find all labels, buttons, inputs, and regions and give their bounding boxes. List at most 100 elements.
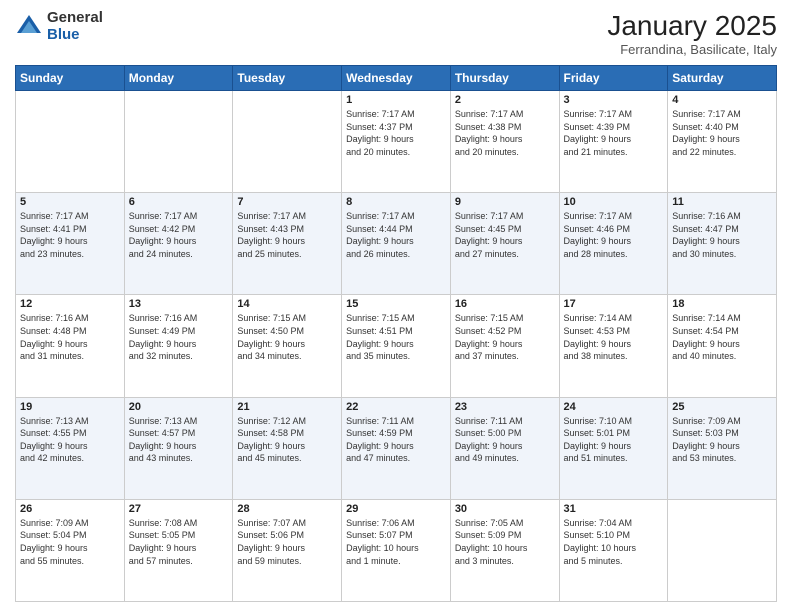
logo: General Blue: [15, 10, 103, 43]
day-number: 30: [455, 503, 555, 515]
day-number: 4: [672, 94, 772, 106]
calendar-cell: 7 Sunrise: 7:17 AM Sunset: 4:43 PM Daylig…: [233, 193, 342, 295]
weekday-header-sunday: Sunday: [16, 66, 125, 91]
calendar-cell: [668, 499, 777, 601]
day-info: Sunrise: 7:13 AM Sunset: 4:57 PM Dayligh…: [129, 415, 229, 465]
day-info: Sunrise: 7:11 AM Sunset: 4:59 PM Dayligh…: [346, 415, 446, 465]
day-number: 16: [455, 298, 555, 310]
weekday-header-wednesday: Wednesday: [342, 66, 451, 91]
calendar-cell: 23 Sunrise: 7:11 AM Sunset: 5:00 PM Dayli…: [450, 397, 559, 499]
calendar-cell: 19Sunrise: 7:13 AM Sunset: 4:55 PM Dayli…: [16, 397, 125, 499]
logo-general: General: [47, 10, 103, 27]
calendar-week-1: 1Sunrise: 7:17 AM Sunset: 4:37 PM Daylig…: [16, 91, 777, 193]
calendar-cell: 9Sunrise: 7:17 AM Sunset: 4:45 PM Daylig…: [450, 193, 559, 295]
calendar-cell: 12 Sunrise: 7:16 AM Sunset: 4:48 PM Dayli…: [16, 295, 125, 397]
calendar-cell: 16 Sunrise: 7:15 AM Sunset: 4:52 PM Dayli…: [450, 295, 559, 397]
day-info: Sunrise: 7:15 AM Sunset: 4:52 PM Dayligh…: [455, 312, 555, 362]
calendar-cell: 24 Sunrise: 7:10 AM Sunset: 5:01 PM Dayli…: [559, 397, 668, 499]
calendar-cell: 20Sunrise: 7:13 AM Sunset: 4:57 PM Dayli…: [124, 397, 233, 499]
calendar-cell: 14Sunrise: 7:15 AM Sunset: 4:50 PM Dayli…: [233, 295, 342, 397]
day-info: Sunrise: 7:16 AM Sunset: 4:49 PM Dayligh…: [129, 312, 229, 362]
day-number: 17: [564, 298, 664, 310]
day-number: 11: [672, 196, 772, 208]
calendar-cell: 28Sunrise: 7:07 AM Sunset: 5:06 PM Dayli…: [233, 499, 342, 601]
day-number: 15: [346, 298, 446, 310]
day-info: Sunrise: 7:16 AM Sunset: 4:47 PM Dayligh…: [672, 210, 772, 260]
day-info: Sunrise: 7:17 AM Sunset: 4:39 PM Dayligh…: [564, 108, 664, 158]
calendar-cell: 17 Sunrise: 7:14 AM Sunset: 4:53 PM Dayli…: [559, 295, 668, 397]
calendar-cell: 8Sunrise: 7:17 AM Sunset: 4:44 PM Daylig…: [342, 193, 451, 295]
day-number: 27: [129, 503, 229, 515]
calendar-week-3: 12 Sunrise: 7:16 AM Sunset: 4:48 PM Dayli…: [16, 295, 777, 397]
logo-text: General Blue: [47, 10, 103, 43]
weekday-header-saturday: Saturday: [668, 66, 777, 91]
calendar-cell: 25 Sunrise: 7:09 AM Sunset: 5:03 PM Dayli…: [668, 397, 777, 499]
calendar-cell: 18 Sunrise: 7:14 AM Sunset: 4:54 PM Dayli…: [668, 295, 777, 397]
day-info: Sunrise: 7:15 AM Sunset: 4:51 PM Dayligh…: [346, 312, 446, 362]
page: General Blue January 2025 Ferrandina, Ba…: [0, 0, 792, 612]
day-number: 7: [237, 196, 337, 208]
day-number: 22: [346, 401, 446, 413]
day-info: Sunrise: 7:04 AM Sunset: 5:10 PM Dayligh…: [564, 517, 664, 567]
day-info: Sunrise: 7:09 AM Sunset: 5:04 PM Dayligh…: [20, 517, 120, 567]
calendar-cell: 30Sunrise: 7:05 AM Sunset: 5:09 PM Dayli…: [450, 499, 559, 601]
day-info: Sunrise: 7:08 AM Sunset: 5:05 PM Dayligh…: [129, 517, 229, 567]
day-number: 8: [346, 196, 446, 208]
weekday-header-tuesday: Tuesday: [233, 66, 342, 91]
day-info: Sunrise: 7:17 AM Sunset: 4:40 PM Dayligh…: [672, 108, 772, 158]
calendar-cell: 6 Sunrise: 7:17 AM Sunset: 4:42 PM Daylig…: [124, 193, 233, 295]
calendar-cell: 29 Sunrise: 7:06 AM Sunset: 5:07 PM Dayli…: [342, 499, 451, 601]
logo-icon: [15, 13, 43, 41]
logo-blue: Blue: [47, 27, 103, 44]
day-info: Sunrise: 7:11 AM Sunset: 5:00 PM Dayligh…: [455, 415, 555, 465]
day-number: 21: [237, 401, 337, 413]
calendar-cell: 31 Sunrise: 7:04 AM Sunset: 5:10 PM Dayli…: [559, 499, 668, 601]
calendar-week-5: 26Sunrise: 7:09 AM Sunset: 5:04 PM Dayli…: [16, 499, 777, 601]
day-info: Sunrise: 7:06 AM Sunset: 5:07 PM Dayligh…: [346, 517, 446, 567]
day-number: 29: [346, 503, 446, 515]
day-info: Sunrise: 7:14 AM Sunset: 4:54 PM Dayligh…: [672, 312, 772, 362]
day-number: 6: [129, 196, 229, 208]
day-info: Sunrise: 7:10 AM Sunset: 5:01 PM Dayligh…: [564, 415, 664, 465]
calendar-cell: 27 Sunrise: 7:08 AM Sunset: 5:05 PM Dayli…: [124, 499, 233, 601]
header: General Blue January 2025 Ferrandina, Ba…: [15, 10, 777, 57]
day-number: 25: [672, 401, 772, 413]
location: Ferrandina, Basilicate, Italy: [607, 42, 777, 57]
day-info: Sunrise: 7:14 AM Sunset: 4:53 PM Dayligh…: [564, 312, 664, 362]
calendar-cell: 13Sunrise: 7:16 AM Sunset: 4:49 PM Dayli…: [124, 295, 233, 397]
day-number: 12: [20, 298, 120, 310]
day-number: 23: [455, 401, 555, 413]
day-number: 10: [564, 196, 664, 208]
day-number: 24: [564, 401, 664, 413]
day-number: 31: [564, 503, 664, 515]
day-info: Sunrise: 7:17 AM Sunset: 4:42 PM Dayligh…: [129, 210, 229, 260]
month-title: January 2025: [607, 10, 777, 42]
day-info: Sunrise: 7:07 AM Sunset: 5:06 PM Dayligh…: [237, 517, 337, 567]
weekday-header-row: SundayMondayTuesdayWednesdayThursdayFrid…: [16, 66, 777, 91]
calendar-cell: 10Sunrise: 7:17 AM Sunset: 4:46 PM Dayli…: [559, 193, 668, 295]
calendar-cell: 26Sunrise: 7:09 AM Sunset: 5:04 PM Dayli…: [16, 499, 125, 601]
calendar-week-2: 5Sunrise: 7:17 AM Sunset: 4:41 PM Daylig…: [16, 193, 777, 295]
calendar-cell: 22 Sunrise: 7:11 AM Sunset: 4:59 PM Dayli…: [342, 397, 451, 499]
day-info: Sunrise: 7:13 AM Sunset: 4:55 PM Dayligh…: [20, 415, 120, 465]
day-info: Sunrise: 7:16 AM Sunset: 4:48 PM Dayligh…: [20, 312, 120, 362]
calendar-cell: 4 Sunrise: 7:17 AM Sunset: 4:40 PM Daylig…: [668, 91, 777, 193]
calendar-cell: 11 Sunrise: 7:16 AM Sunset: 4:47 PM Dayli…: [668, 193, 777, 295]
title-block: January 2025 Ferrandina, Basilicate, Ita…: [607, 10, 777, 57]
day-info: Sunrise: 7:17 AM Sunset: 4:43 PM Dayligh…: [237, 210, 337, 260]
calendar-week-4: 19Sunrise: 7:13 AM Sunset: 4:55 PM Dayli…: [16, 397, 777, 499]
day-number: 18: [672, 298, 772, 310]
day-info: Sunrise: 7:17 AM Sunset: 4:37 PM Dayligh…: [346, 108, 446, 158]
day-info: Sunrise: 7:17 AM Sunset: 4:38 PM Dayligh…: [455, 108, 555, 158]
day-info: Sunrise: 7:17 AM Sunset: 4:41 PM Dayligh…: [20, 210, 120, 260]
calendar-cell: 21 Sunrise: 7:12 AM Sunset: 4:58 PM Dayli…: [233, 397, 342, 499]
calendar-table: SundayMondayTuesdayWednesdayThursdayFrid…: [15, 65, 777, 602]
day-info: Sunrise: 7:12 AM Sunset: 4:58 PM Dayligh…: [237, 415, 337, 465]
day-number: 9: [455, 196, 555, 208]
calendar-cell: 15 Sunrise: 7:15 AM Sunset: 4:51 PM Dayli…: [342, 295, 451, 397]
day-info: Sunrise: 7:09 AM Sunset: 5:03 PM Dayligh…: [672, 415, 772, 465]
calendar-cell: [124, 91, 233, 193]
weekday-header-friday: Friday: [559, 66, 668, 91]
day-number: 3: [564, 94, 664, 106]
calendar-cell: [16, 91, 125, 193]
